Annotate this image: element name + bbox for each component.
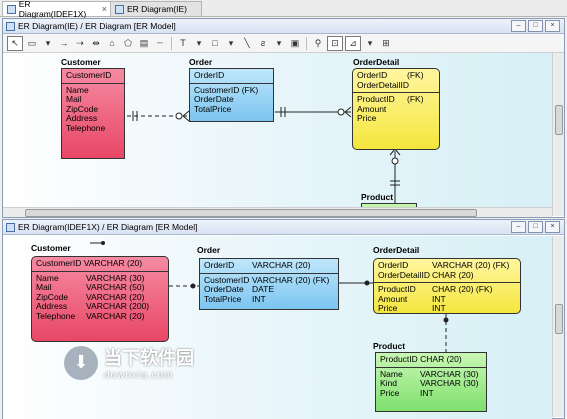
horizontal-scrollbar[interactable] — [3, 207, 552, 217]
note-tool-icon[interactable]: ⬠ — [121, 37, 135, 50]
key-type: CHAR (20) — [432, 269, 474, 280]
close-button[interactable]: × — [545, 221, 560, 233]
dropdown-icon[interactable]: ▾ — [192, 37, 206, 50]
diagram-canvas[interactable]: Customer CustomerID VARCHAR (20) Name VAR… — [3, 236, 552, 419]
pointer-tool-icon[interactable]: ↖ — [7, 35, 23, 51]
entity-title-order: Order — [197, 245, 221, 255]
entity-title-orderdetail: OrderDetail — [373, 245, 420, 255]
entity-orderdetail[interactable]: OrderID (FK) OrderDetailID ProductID (FK) … — [352, 68, 440, 150]
pane-title-bar: ER Diagram(IE) / ER Diagram [ER Model] –… — [3, 19, 564, 34]
attribute-type: VARCHAR (20) — [86, 310, 145, 321]
document-tabs: ER Diagram(IDEF1X) × ER Diagram(IE) — [0, 0, 567, 19]
entity-customer[interactable]: CustomerID Name Mail ZipCode Address Tel… — [61, 68, 125, 159]
pane-title-bar: ER Diagram(IDEF1X) / ER Diagram [ER Mode… — [3, 220, 564, 235]
non-identifying-relation-icon[interactable]: ⇢ — [73, 37, 87, 50]
watermark-url: downxia.com — [104, 370, 174, 381]
grid-icon[interactable]: ⊡ — [327, 35, 343, 51]
vertical-scrollbar[interactable] — [552, 53, 564, 216]
image-tool-icon[interactable]: ▣ — [288, 37, 302, 50]
relation-tool-icon[interactable]: → — [57, 37, 71, 50]
watermark-title: 当下软件园 — [104, 348, 194, 368]
diagram-icon — [6, 222, 15, 232]
pane-title: ER Diagram(IE) / ER Diagram [ER Model] — [18, 21, 176, 31]
scrollbar-thumb[interactable] — [25, 209, 477, 217]
entity-tool-icon[interactable]: ▭ — [25, 37, 39, 50]
entity-key: OrderID — [190, 69, 273, 84]
minimize-button[interactable]: – — [511, 20, 526, 32]
entity-key: CustomerID VARCHAR (20) — [32, 257, 168, 272]
snap-icon[interactable]: ⊿ — [345, 35, 361, 51]
dropdown-icon[interactable]: ▾ — [41, 37, 55, 50]
key-name: OrderID — [204, 260, 235, 270]
entity-product[interactable]: ProductID CHAR (20) Name VARCHAR (30) Kin… — [375, 352, 487, 412]
attribute: Telephone — [66, 122, 106, 133]
attribute: TotalPrice — [204, 293, 242, 304]
diagram-canvas[interactable]: Customer CustomerID Name Mail ZipCode Ad… — [3, 53, 552, 216]
restore-button[interactable]: □ — [528, 221, 543, 233]
diagram-pane-idef1x: ER Diagram(IDEF1X) / ER Diagram [ER Mode… — [2, 219, 565, 419]
attribute-type: INT — [252, 293, 266, 304]
dropdown-icon[interactable]: ▾ — [272, 37, 286, 50]
key-type: VARCHAR (20) — [252, 260, 311, 270]
attribute: Telephone — [36, 310, 76, 321]
table-tool-icon[interactable]: ▤ — [137, 37, 151, 50]
entity-order[interactable]: OrderID CustomerID (FK) OrderDate TotalP… — [189, 68, 274, 122]
scrollbar-thumb[interactable] — [555, 304, 563, 334]
dropdown-icon[interactable]: ▾ — [224, 37, 238, 50]
watermark: ⬇ 当下软件园 downxia.com — [64, 344, 194, 381]
vertical-scrollbar[interactable] — [552, 236, 564, 417]
close-icon[interactable]: × — [102, 4, 107, 14]
diagram-toolbar: ↖ ▭ ▾ → ⇢ ⇹ ⌂ ⬠ ▤ ┄ T ▾ □ ▾ ╲ ƨ ▾ ▣ ⚲ ⊡ … — [3, 34, 564, 53]
align-icon[interactable]: ⊞ — [379, 37, 393, 50]
minimize-button[interactable]: – — [511, 221, 526, 233]
scrollbar-thumb[interactable] — [555, 105, 563, 135]
entity-title-order: Order — [189, 57, 213, 67]
curve-tool-icon[interactable]: ƨ — [256, 37, 270, 50]
dropdown-icon[interactable]: ▾ — [363, 37, 377, 50]
entity-key: ProductID CHAR (20) — [376, 353, 486, 368]
attribute-tag: (FK) — [407, 94, 424, 104]
entity-title-orderdetail: OrderDetail — [353, 57, 400, 67]
attribute: Price — [378, 303, 398, 313]
key-name: OrderDetailID — [357, 79, 409, 90]
entity-customer[interactable]: CustomerID VARCHAR (20) Name VARCHAR (30)… — [31, 256, 169, 342]
attribute-type: INT — [432, 303, 446, 313]
tab-er-diagram-ie[interactable]: ER Diagram(IE) — [110, 1, 202, 16]
attribute-type: INT — [420, 387, 434, 398]
entity-title-product: Product — [373, 341, 406, 351]
attribute: TotalPrice — [194, 103, 232, 114]
view-tool-icon[interactable]: ⌂ — [105, 37, 119, 50]
entity-order[interactable]: OrderID VARCHAR (20) CustomerID VARCHAR (2… — [199, 258, 339, 310]
tab-er-diagram-idef1x[interactable]: ER Diagram(IDEF1X) × — [2, 0, 112, 19]
many-to-many-icon[interactable]: ⇹ — [89, 37, 103, 50]
close-button[interactable]: × — [545, 20, 560, 32]
tab-label: ER Diagram(IDEF1X) — [18, 0, 87, 19]
key-name: OrderDetailID — [378, 269, 430, 280]
attribute: Price — [380, 387, 400, 398]
diagram-icon — [115, 4, 124, 14]
line-draw-icon[interactable]: ╲ — [240, 37, 254, 50]
diagram-pane-ie: ER Diagram(IE) / ER Diagram [ER Model] –… — [2, 18, 565, 218]
text-tool-icon[interactable]: T — [176, 37, 190, 50]
restore-button[interactable]: □ — [528, 20, 543, 32]
rectangle-tool-icon[interactable]: □ — [208, 37, 222, 50]
line-tool-icon[interactable]: ┄ — [153, 37, 167, 50]
pane-title: ER Diagram(IDEF1X) / ER Diagram [ER Mode… — [18, 222, 198, 232]
entity-title-product: Product — [361, 192, 394, 202]
diagram-icon — [6, 21, 15, 31]
layout-icon[interactable]: ⚲ — [311, 37, 325, 50]
attribute: Price — [357, 113, 377, 123]
entity-key: CustomerID — [62, 69, 124, 84]
key-tag: (FK) — [407, 70, 424, 80]
download-icon: ⬇ — [64, 345, 98, 380]
diagram-icon — [7, 4, 16, 14]
tab-label: ER Diagram(IE) — [127, 4, 187, 14]
entity-title-customer: Customer — [31, 243, 71, 253]
entity-title-customer: Customer — [61, 57, 101, 67]
entity-orderdetail[interactable]: OrderID VARCHAR (20) (FK) OrderDetailID CH… — [373, 258, 521, 314]
